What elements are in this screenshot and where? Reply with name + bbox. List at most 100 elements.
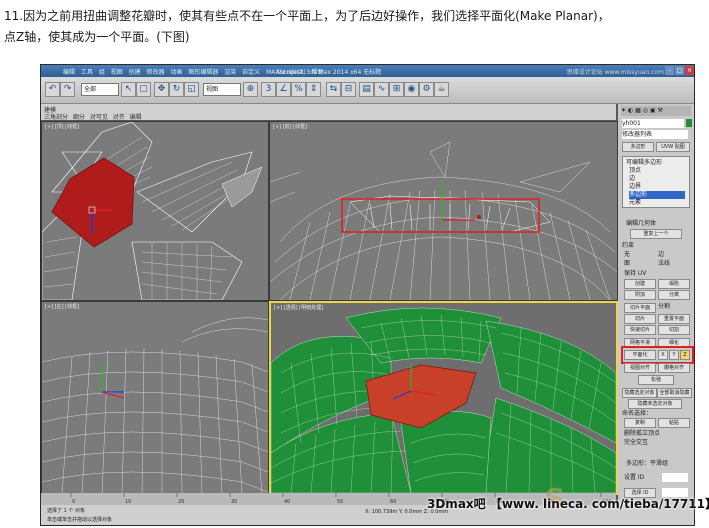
unhide-all-button[interactable]: 全部取消隐藏 <box>657 388 692 398</box>
slice-button[interactable]: 切片 <box>624 314 656 324</box>
slice-plane-button[interactable]: 切片平面 <box>624 303 656 313</box>
render-setup-icon[interactable]: ⚙ <box>419 82 434 97</box>
percent-snap-icon[interactable]: % <box>291 82 306 97</box>
grid-align-button[interactable]: 栅格对齐 <box>658 363 690 373</box>
scale-icon[interactable]: ◱ <box>184 82 199 97</box>
hide-unselected-button[interactable]: 隐藏未选定对象 <box>628 399 682 409</box>
front-wire-mesh <box>270 141 617 300</box>
create-tab-icon[interactable]: ✦ <box>621 107 626 114</box>
viewport-perspective[interactable]: [+] [透视] [明暗处理] <box>269 301 618 495</box>
mirror-icon[interactable]: ⇆ <box>326 82 341 97</box>
stack-element[interactable]: 元素 <box>629 199 685 207</box>
constraint-normal-radio[interactable]: 法线 <box>658 259 670 268</box>
modifier-stack[interactable]: 可编辑多边形 顶点 边 边界 多边形 元素 <box>622 156 690 208</box>
smoothing-rollout-title[interactable]: 多边形：平滑组 <box>626 459 668 468</box>
status-prompt: 单击或单击并拖动以选择对象 <box>47 517 113 523</box>
angle-snap-icon[interactable]: ∠ <box>276 82 291 97</box>
reset-plane-button[interactable]: 重置平面 <box>658 314 690 324</box>
stack-vertex[interactable]: 顶点 <box>629 167 685 175</box>
set-id-field[interactable] <box>662 473 688 482</box>
viewport-top-geometry <box>42 122 263 300</box>
spinner-snap-icon[interactable]: ⇕ <box>306 82 321 97</box>
ribbon-tools[interactable]: 三角剖分 细分 对可见 对齐 编辑 <box>44 112 142 121</box>
article-caption: 11.因为之前用扭曲调整花瓣时，使其有些点不在一个平面上，为了后边好操作，我们选… <box>4 6 704 48</box>
cut-button[interactable]: 切割 <box>658 325 690 335</box>
copy-button[interactable]: 复制 <box>624 418 656 428</box>
keep-uv-checkbox[interactable]: 保持 UV <box>624 269 646 278</box>
main-toolbar: ↶ ↷ 全部 ↖ ▢ ✥ ↻ ◱ 视图 ⊕ 3 ∠ % ⇕ ⇆ ⊟ ▤ ∿ ⊞ … <box>41 77 694 104</box>
constraint-edge-radio[interactable]: 边 <box>658 250 664 259</box>
constraint-face-radio[interactable]: 面 <box>624 259 630 268</box>
repeat-last-button[interactable]: 重复上一个 <box>630 229 682 239</box>
constraint-none-radio[interactable]: 无 <box>624 250 630 259</box>
layer-icon[interactable]: ▤ <box>359 82 374 97</box>
stack-polygon[interactable]: 多边形 <box>629 191 685 199</box>
geometry-rollout-title[interactable]: 编辑几何体 <box>626 219 656 228</box>
snap-icon[interactable]: 3 <box>261 82 276 97</box>
align-icon[interactable]: ⊟ <box>341 82 356 97</box>
rotate-icon[interactable]: ↻ <box>169 82 184 97</box>
top-wire-tip <box>221 166 263 208</box>
detach-button[interactable]: 分离 <box>658 290 690 300</box>
delete-isolated-checkbox[interactable]: 删除孤立顶点 <box>624 429 660 438</box>
create-button[interactable]: 创建 <box>624 279 656 289</box>
pivot-icon[interactable]: ⊕ <box>243 82 258 97</box>
quickslice-button[interactable]: 快速切片 <box>624 325 656 335</box>
display-tab-icon[interactable]: ▣ <box>650 107 656 114</box>
panel-tabs[interactable]: ✦ ◐ ▦ ◎ ▣ ⚒ <box>621 106 691 116</box>
view-align-button[interactable]: 视图对齐 <box>624 363 656 373</box>
utilities-tab-icon[interactable]: ⚒ <box>657 107 662 114</box>
top-center-red <box>51 157 135 248</box>
material-editor-icon[interactable]: ◉ <box>404 82 419 97</box>
split-checkbox[interactable]: 分割 <box>658 302 670 311</box>
motion-tab-icon[interactable]: ◎ <box>643 107 648 114</box>
viewport-label[interactable]: [+] [顶] [线框] <box>45 123 79 130</box>
collapse-button[interactable]: 塌陷 <box>658 279 690 289</box>
reference-coord-dropdown[interactable]: 视图 <box>203 83 241 96</box>
schematic-icon[interactable]: ⊞ <box>389 82 404 97</box>
left-gizmo-x <box>101 391 125 399</box>
relax-button[interactable]: 松弛 <box>638 375 674 385</box>
full-interactivity-checkbox[interactable]: 完全交互 <box>624 438 648 447</box>
viewport-label[interactable]: [+] [透视] [明暗处理] <box>274 304 323 311</box>
viewport-label[interactable]: [+] [前] [线框] <box>273 123 307 130</box>
make-planar-highlight <box>621 346 694 364</box>
move-icon[interactable]: ✥ <box>154 82 169 97</box>
site-credit: 3Dmax吧 【www. lineca. com/tieba/17711】 <box>427 497 709 511</box>
modify-tab-icon[interactable]: ◐ <box>628 107 633 114</box>
paste-button[interactable]: 粘贴 <box>658 418 690 428</box>
curve-editor-icon[interactable]: ∿ <box>374 82 389 97</box>
window-title: Autodesk 3ds Max 2014 x64 无标题 <box>276 69 382 76</box>
caption-line-1: 11.因为之前用扭曲调整花瓣时，使其有些点不在一个平面上，为了后边好操作，我们选… <box>4 9 610 23</box>
stack-border[interactable]: 边界 <box>629 183 685 191</box>
max-window: 编辑 工具 组 视图 创建 修改器 动画 图形编辑器 渲染 自定义 MAXScr… <box>40 64 695 526</box>
modeling-ribbon: 建模 三角剖分 细分 对可见 对齐 编辑 <box>41 104 616 121</box>
redo-icon[interactable]: ↷ <box>60 82 75 97</box>
minimize-icon[interactable]: – <box>665 66 674 75</box>
viewport-left[interactable]: [+] [左] [线框] <box>41 301 269 495</box>
render-icon[interactable]: ☕ <box>434 82 449 97</box>
viewport-label[interactable]: [+] [左] [线框] <box>45 303 79 310</box>
hierarchy-tab-icon[interactable]: ▦ <box>635 107 641 114</box>
select-icon[interactable]: ↖ <box>121 82 136 97</box>
uvw-map-button[interactable]: UVW 贴图 <box>656 142 690 152</box>
select-region-icon[interactable]: ▢ <box>136 82 151 97</box>
viewport-top[interactable]: [+] [顶] [线框] <box>41 121 269 301</box>
command-panel: ✦ ◐ ▦ ◎ ▣ ⚒ yh001 修改器列表 多边形 UVW 贴图 可编辑多边… <box>618 104 694 525</box>
stack-title[interactable]: 可编辑多边形 <box>626 158 662 167</box>
close-icon[interactable]: × <box>685 66 694 75</box>
viewport-front[interactable]: [+] [前] [线框] <box>269 121 618 301</box>
undo-icon[interactable]: ↶ <box>45 82 60 97</box>
maximize-icon[interactable]: □ <box>675 66 684 75</box>
constraints-label: 约束 <box>622 242 635 249</box>
attach-button[interactable]: 附加 <box>624 290 656 300</box>
object-color-swatch[interactable] <box>686 119 692 127</box>
object-name-field[interactable]: yh001 <box>622 119 684 128</box>
title-bar: 编辑 工具 组 视图 创建 修改器 动画 图形编辑器 渲染 自定义 MAXScr… <box>41 65 694 77</box>
caption-line-2: 点Z轴，使其成为一个平面。(下图) <box>4 30 190 44</box>
hide-selected-button[interactable]: 隐藏选定对象 <box>622 388 657 398</box>
modifier-list-dropdown[interactable]: 修改器列表 <box>622 130 688 139</box>
poly-select-button[interactable]: 多边形 <box>622 142 654 152</box>
stack-edge[interactable]: 边 <box>629 175 685 183</box>
selection-filter-dropdown[interactable]: 全部 <box>81 83 119 96</box>
